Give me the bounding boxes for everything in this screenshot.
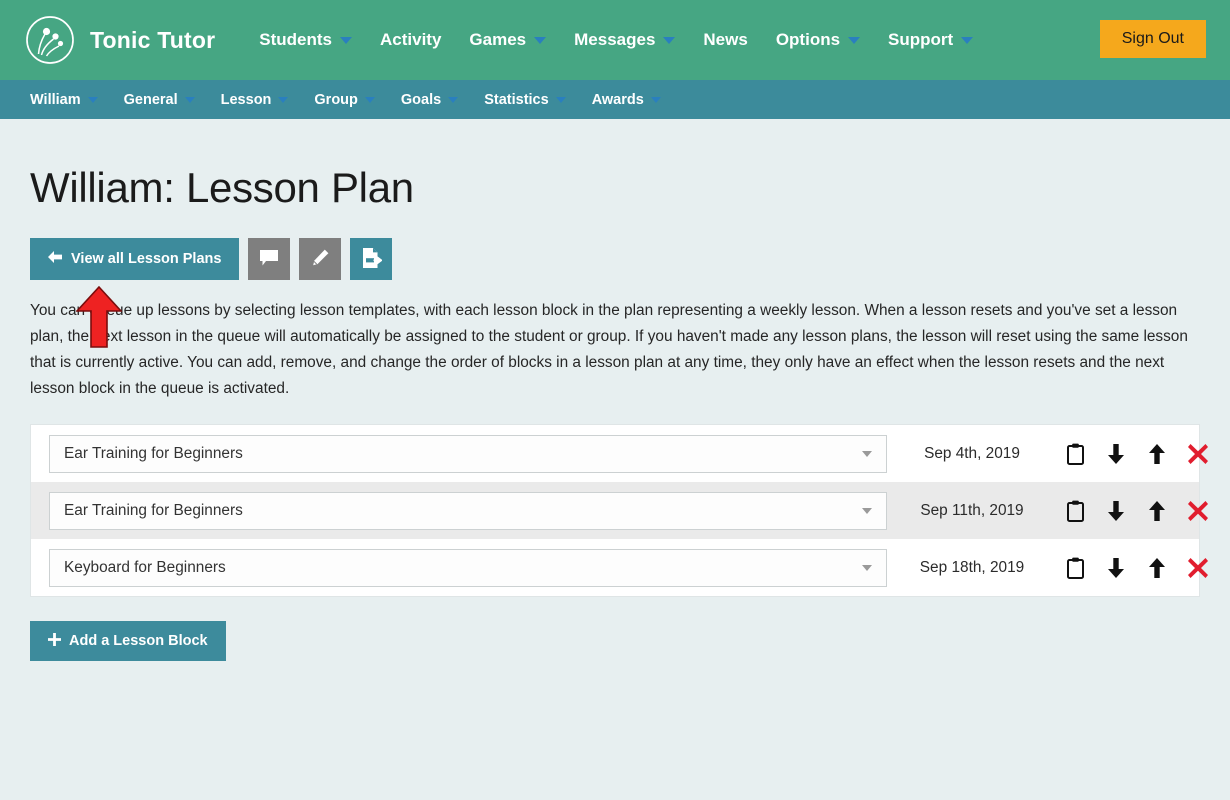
top-header: Tonic Tutor Students Activity Games Mess… bbox=[0, 0, 1230, 80]
view-all-lesson-plans-button[interactable]: View all Lesson Plans bbox=[30, 238, 240, 280]
file-export-pdf-icon bbox=[361, 247, 383, 272]
row-actions bbox=[1057, 441, 1210, 467]
page-toolbar: View all Lesson Plans bbox=[30, 238, 1200, 280]
chevron-down-icon bbox=[364, 96, 375, 103]
chevron-down-icon bbox=[961, 36, 974, 44]
nav-label: Activity bbox=[380, 30, 442, 49]
chevron-down-icon bbox=[663, 36, 676, 44]
nav-label: News bbox=[703, 30, 748, 49]
add-block-label: Add a Lesson Block bbox=[69, 633, 208, 649]
move-down-arrow-icon[interactable] bbox=[1104, 441, 1128, 467]
nav-item-games[interactable]: Games bbox=[455, 0, 560, 80]
lesson-template-value: Ear Training for Beginners bbox=[64, 501, 243, 519]
table-row: Ear Training for Beginners Sep 4th, 2019 bbox=[31, 425, 1208, 482]
chevron-down-icon bbox=[862, 450, 872, 457]
chevron-down-icon bbox=[87, 96, 98, 103]
comment-button[interactable] bbox=[248, 238, 291, 280]
subnav-label: Awards bbox=[591, 91, 644, 108]
clipboard-copy-icon[interactable] bbox=[1063, 441, 1087, 467]
secondary-navigation: William General Lesson Group Goals Stati… bbox=[0, 80, 1230, 119]
row-actions bbox=[1057, 555, 1210, 581]
move-up-arrow-icon[interactable] bbox=[1145, 441, 1169, 467]
nav-item-news[interactable]: News bbox=[689, 0, 761, 80]
move-up-arrow-icon[interactable] bbox=[1145, 498, 1169, 524]
comment-icon bbox=[259, 249, 279, 270]
subnav-item-goals[interactable]: Goals bbox=[388, 80, 471, 119]
subnav-item-group[interactable]: Group bbox=[301, 80, 388, 119]
export-pdf-button[interactable] bbox=[350, 238, 393, 280]
table-row: Ear Training for Beginners Sep 11th, 201… bbox=[31, 482, 1208, 539]
arrow-left-icon bbox=[48, 251, 62, 267]
nav-item-support[interactable]: Support bbox=[874, 0, 987, 80]
delete-x-icon[interactable] bbox=[1186, 498, 1210, 524]
subnav-item-awards[interactable]: Awards bbox=[579, 80, 674, 119]
lesson-template-select[interactable]: Ear Training for Beginners bbox=[49, 491, 887, 530]
chevron-down-icon bbox=[278, 96, 289, 103]
nav-label: Support bbox=[888, 30, 954, 49]
chevron-down-icon bbox=[534, 36, 547, 44]
subnav-item-lesson[interactable]: Lesson bbox=[208, 80, 302, 119]
pencil-edit-icon bbox=[310, 248, 330, 271]
subnav-item-general[interactable]: General bbox=[111, 80, 208, 119]
delete-x-icon[interactable] bbox=[1186, 555, 1210, 581]
nav-label: Options bbox=[775, 30, 841, 49]
edit-button[interactable] bbox=[299, 238, 342, 280]
subnav-label: Statistics bbox=[484, 91, 549, 108]
nav-item-activity[interactable]: Activity bbox=[366, 0, 455, 80]
primary-navigation: Students Activity Games Messages News Op… bbox=[245, 0, 987, 80]
lesson-date: Sep 4th, 2019 bbox=[924, 444, 1020, 462]
lesson-blocks-table: Ear Training for Beginners Sep 4th, 2019 bbox=[30, 424, 1208, 597]
lesson-template-value: Ear Training for Beginners bbox=[64, 444, 243, 462]
plus-icon bbox=[48, 632, 61, 650]
delete-x-icon[interactable] bbox=[1186, 441, 1210, 467]
lesson-template-select[interactable]: Keyboard for Beginners bbox=[49, 548, 887, 587]
subnav-item-william[interactable]: William bbox=[24, 80, 111, 119]
chevron-down-icon bbox=[448, 96, 459, 103]
sign-out-button[interactable]: Sign Out bbox=[1099, 20, 1206, 58]
nav-item-options[interactable]: Options bbox=[762, 0, 874, 80]
add-lesson-block-button[interactable]: Add a Lesson Block bbox=[30, 621, 226, 661]
nav-label: Students bbox=[259, 30, 332, 49]
clipboard-copy-icon[interactable] bbox=[1063, 498, 1087, 524]
row-actions bbox=[1057, 498, 1210, 524]
subnav-label: General bbox=[123, 91, 178, 108]
subnav-label: Group bbox=[314, 91, 358, 108]
subnav-label: Goals bbox=[400, 91, 442, 108]
lesson-date: Sep 11th, 2019 bbox=[920, 501, 1024, 519]
brand-name[interactable]: Tonic Tutor bbox=[90, 27, 215, 54]
clipboard-copy-icon[interactable] bbox=[1063, 555, 1087, 581]
intro-paragraph: You can queue up lessons by selecting le… bbox=[30, 302, 1188, 397]
page-title: William: Lesson Plan bbox=[30, 164, 414, 211]
subnav-label: William bbox=[30, 91, 81, 108]
nav-label: Messages bbox=[574, 30, 656, 49]
nav-label: Games bbox=[469, 30, 527, 49]
chevron-down-icon bbox=[650, 96, 661, 103]
move-down-arrow-icon[interactable] bbox=[1104, 498, 1128, 524]
lesson-template-value: Keyboard for Beginners bbox=[64, 558, 226, 576]
main-content: William: Lesson Plan View all Lesson Pla… bbox=[0, 164, 1230, 661]
chevron-down-icon bbox=[555, 96, 566, 103]
table-row: Keyboard for Beginners Sep 18th, 2019 bbox=[31, 539, 1208, 596]
chevron-down-icon bbox=[340, 36, 352, 44]
view-all-label: View all Lesson Plans bbox=[71, 251, 222, 267]
subnav-item-statistics[interactable]: Statistics bbox=[471, 80, 578, 119]
move-down-arrow-icon[interactable] bbox=[1104, 555, 1128, 581]
chevron-down-icon bbox=[862, 507, 872, 514]
nav-item-students[interactable]: Students bbox=[245, 0, 366, 80]
lesson-template-select[interactable]: Ear Training for Beginners bbox=[49, 434, 887, 473]
chevron-down-icon bbox=[848, 36, 861, 44]
nav-item-messages[interactable]: Messages bbox=[560, 0, 689, 80]
tonic-tutor-circle-logo-icon[interactable] bbox=[24, 14, 76, 66]
chevron-down-icon bbox=[862, 564, 872, 571]
subnav-label: Lesson bbox=[220, 91, 272, 108]
lesson-date: Sep 18th, 2019 bbox=[919, 558, 1025, 576]
move-up-arrow-icon[interactable] bbox=[1145, 555, 1169, 581]
chevron-down-icon bbox=[184, 96, 195, 103]
